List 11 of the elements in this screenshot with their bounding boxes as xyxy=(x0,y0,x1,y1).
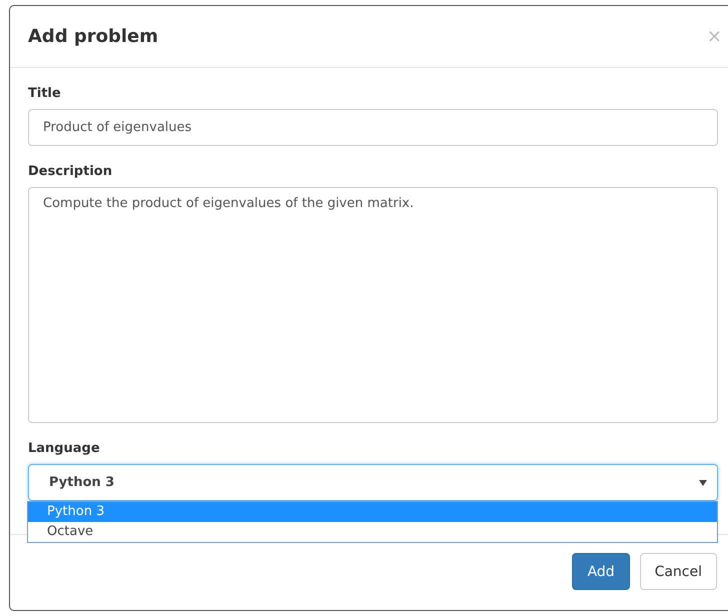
dialog-title: Add problem xyxy=(28,26,158,47)
dropdown-option[interactable]: Octave xyxy=(28,522,717,542)
field-label: Description xyxy=(28,164,114,179)
description-field[interactable]: Compute the product of eigenvalues of the given matrix. xyxy=(28,187,718,423)
field-label: Language xyxy=(28,441,101,456)
title-field[interactable]: Product of eigenvalues xyxy=(28,109,718,146)
language-select[interactable]: Python 3 xyxy=(28,464,718,501)
field-label: Title xyxy=(28,86,62,101)
cancel-button[interactable]: Cancel xyxy=(640,553,717,590)
add-button[interactable]: Add xyxy=(572,553,630,590)
caret-icon xyxy=(699,480,707,486)
